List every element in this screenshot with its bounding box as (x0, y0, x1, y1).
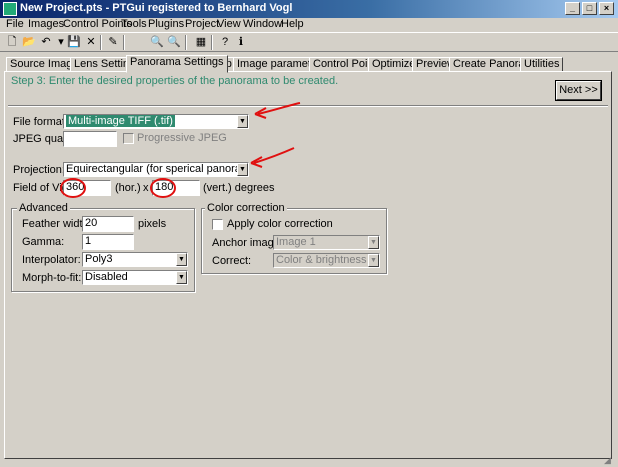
wand-icon[interactable]: ✎ (105, 35, 121, 50)
feather-unit-label: pixels (138, 218, 167, 230)
feather-width-input[interactable]: 20 (82, 216, 134, 232)
anchor-image-select[interactable]: Image 1 ▼ (273, 235, 380, 250)
morph-to-fit-select[interactable]: Disabled ▼ (82, 270, 188, 285)
correct-select[interactable]: Color & brightness ▼ (273, 253, 380, 268)
gamma-input[interactable]: 1 (82, 234, 134, 250)
menu-help[interactable]: Help (281, 18, 304, 30)
new-icon[interactable]: 🗋 (4, 35, 20, 50)
menu-tools[interactable]: Tools (121, 18, 147, 30)
menu-window[interactable]: Window (243, 18, 282, 30)
correct-value: Color & brightness (276, 254, 367, 266)
toolbar-separator (185, 35, 187, 50)
chevron-down-icon[interactable]: ▼ (368, 236, 379, 249)
zoom-in-icon[interactable]: 🔍 (149, 35, 165, 50)
close-icon[interactable]: × (599, 2, 614, 15)
fov-vertical-input[interactable]: 180 (152, 180, 200, 196)
correct-label: Correct: (212, 255, 252, 267)
tab-bar: Source Images Lens Settings Panorama Set… (4, 55, 612, 73)
menu-project[interactable]: Project (185, 18, 219, 30)
info-icon[interactable]: ℹ (233, 35, 249, 50)
menu-file[interactable]: File (6, 18, 24, 30)
chevron-down-icon[interactable]: ▼ (176, 253, 187, 266)
morph-to-fit-value: Disabled (85, 271, 128, 283)
delete-icon[interactable]: ✕ (83, 35, 99, 50)
tab-utilities[interactable]: Utilities (520, 57, 564, 72)
save-icon[interactable]: 💾 (66, 35, 82, 50)
projection-label: Projection: (13, 164, 65, 176)
file-format-label: File format: (13, 116, 69, 128)
chevron-down-icon[interactable]: ▼ (176, 271, 187, 284)
projection-value: Equirectangular (for sperical panorama) (66, 163, 249, 175)
toolbar: 🗋 📂 ↶ ▾ 💾 ✕ ✎ 🔍 🔍 ▦ ? ℹ (0, 32, 618, 52)
maximize-icon[interactable]: □ (582, 2, 597, 15)
apply-color-correction-checkbox[interactable] (212, 219, 223, 230)
menu-bar: File Images Control Points Tools Plugins… (0, 18, 618, 32)
help-icon[interactable]: ? (217, 35, 233, 50)
chevron-down-icon[interactable]: ▼ (368, 254, 379, 267)
step-instruction: Step 3: Enter the desired properties of … (11, 75, 339, 87)
open-icon[interactable]: 📂 (21, 35, 37, 50)
morph-to-fit-label: Morph-to-fit: (22, 272, 82, 284)
interpolator-value: Poly3 (85, 253, 113, 265)
interpolator-label: Interpolator: (22, 254, 81, 266)
minimize-icon[interactable]: _ (565, 2, 580, 15)
chevron-down-icon[interactable]: ▼ (237, 115, 248, 128)
window-title: New Project.pts - PTGui registered to Be… (20, 2, 293, 14)
fov-horizontal-input[interactable]: 360 (63, 180, 111, 196)
interpolator-select[interactable]: Poly3 ▼ (82, 252, 188, 267)
panorama-editor-icon[interactable]: ▦ (193, 35, 209, 50)
fov-times: x (143, 182, 149, 194)
menu-plugins[interactable]: Plugins (148, 18, 184, 30)
undo-icon[interactable]: ↶ (38, 35, 54, 50)
fov-hor-label: (hor.) (115, 182, 141, 194)
apply-color-correction-label: Apply color correction (227, 218, 333, 230)
menu-images[interactable]: Images (28, 18, 64, 30)
toolbar-separator (211, 35, 213, 50)
advanced-group-title: Advanced (17, 202, 70, 214)
jpeg-quality-input[interactable] (63, 131, 117, 147)
zoom-out-icon[interactable]: 🔍 (166, 35, 182, 50)
anchor-image-value: Image 1 (276, 236, 316, 248)
next-button[interactable]: Next >> (555, 80, 602, 101)
toolbar-separator (123, 35, 125, 50)
file-format-value: Multi-image TIFF (.tif) (66, 115, 175, 127)
progressive-jpeg-checkbox[interactable] (123, 133, 134, 144)
tab-panorama-settings[interactable]: Panorama Settings (126, 55, 228, 73)
projection-select[interactable]: Equirectangular (for sperical panorama) … (63, 162, 249, 177)
gamma-label: Gamma: (22, 236, 65, 248)
chevron-down-icon[interactable]: ▼ (237, 163, 248, 176)
color-correction-group-title: Color correction (205, 202, 287, 214)
file-format-select[interactable]: Multi-image TIFF (.tif) ▼ (63, 114, 249, 129)
progressive-jpeg-label: Progressive JPEG (137, 132, 227, 144)
app-icon (3, 2, 17, 16)
resize-grip-icon[interactable]: ◢ (604, 454, 616, 466)
menu-view[interactable]: View (217, 18, 241, 30)
divider (8, 105, 608, 107)
toolbar-separator (100, 35, 102, 50)
title-bar[interactable]: New Project.pts - PTGui registered to Be… (0, 0, 618, 18)
fov-vert-label: (vert.) degrees (203, 182, 275, 194)
